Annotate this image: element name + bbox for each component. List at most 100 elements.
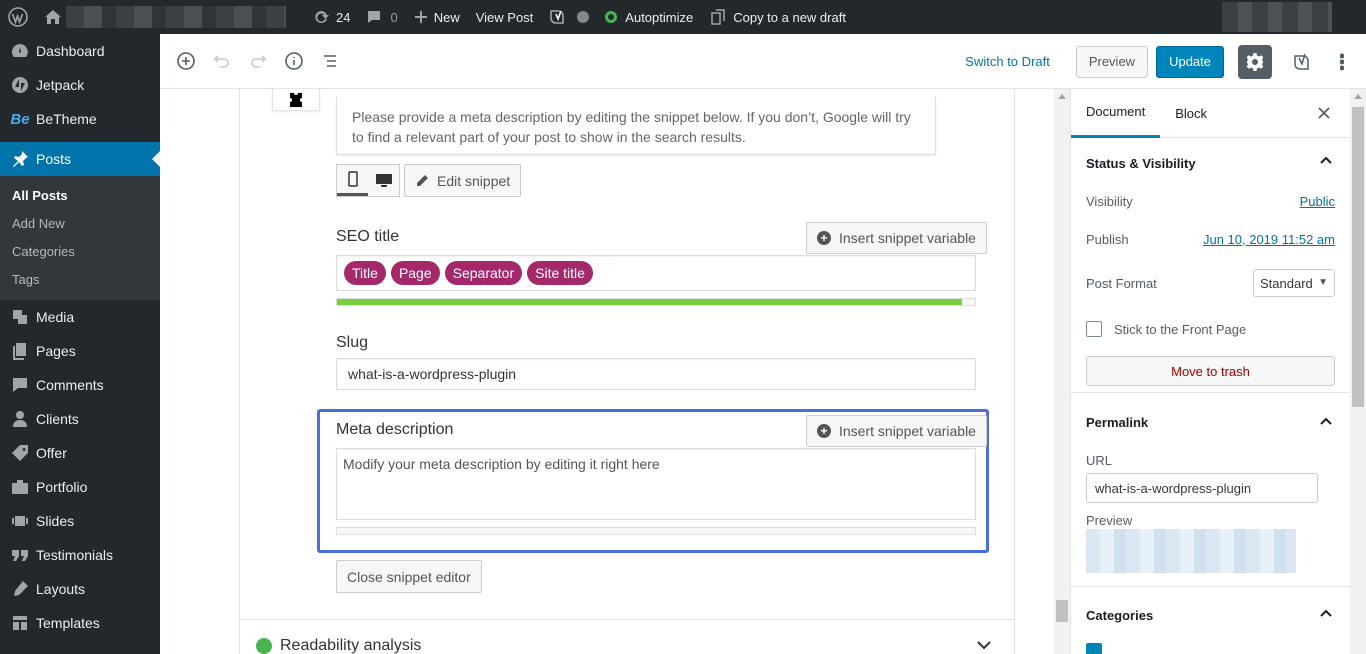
tab-document[interactable]: Document: [1071, 89, 1161, 138]
preview-mode-toggle: [336, 164, 400, 197]
editor-content: Please provide a meta description by edi…: [160, 89, 1054, 654]
menu-media[interactable]: Media: [0, 300, 160, 334]
sticky-checkbox[interactable]: [1086, 321, 1102, 337]
snippet-variable-pill[interactable]: Separator: [444, 261, 523, 285]
menu-pages[interactable]: Pages: [0, 334, 160, 368]
menu-comments[interactable]: Comments: [0, 368, 160, 402]
permalink-preview-blurred[interactable]: [1086, 529, 1296, 573]
autoptimize-button[interactable]: Autoptimize: [597, 0, 701, 34]
admin-menu: Dashboard Jetpack Be BeTheme Posts All P…: [0, 34, 160, 654]
panel-divider: [240, 619, 1015, 620]
status-visibility-panel: Status & Visibility Visibility Public Pu…: [1071, 138, 1350, 393]
slides-icon: [10, 511, 30, 531]
menu-posts[interactable]: Posts: [0, 142, 160, 176]
add-block-button[interactable]: [168, 43, 204, 79]
portfolio-icon: [10, 477, 30, 497]
insert-variable-button-seo[interactable]: + Insert snippet variable: [806, 222, 987, 254]
mobile-icon: [347, 171, 358, 187]
menu-label: Portfolio: [36, 479, 88, 495]
permalink-toggle[interactable]: Permalink: [1071, 393, 1350, 451]
meta-description-label: Meta description: [336, 421, 454, 438]
sidebar-scrollbar[interactable]: [1350, 89, 1366, 654]
scroll-thumb[interactable]: [1352, 107, 1364, 407]
yoast-menu-button[interactable]: [541, 0, 597, 34]
scroll-thumb[interactable]: [1056, 600, 1068, 622]
url-input[interactable]: what-is-a-wordpress-plugin: [1086, 473, 1318, 503]
menu-layouts[interactable]: Layouts: [0, 572, 160, 606]
submenu-tags[interactable]: Tags: [0, 266, 160, 294]
status-visibility-toggle[interactable]: Status & Visibility: [1071, 138, 1350, 188]
meta-description-input[interactable]: Modify your meta description by editing …: [336, 448, 976, 520]
chevron-down-icon[interactable]: [977, 641, 991, 650]
snippet-variable-pill[interactable]: Site title: [527, 261, 593, 285]
copy-draft-link[interactable]: Copy to a new draft: [701, 0, 854, 34]
switch-to-draft-button[interactable]: Switch to Draft: [965, 54, 1050, 69]
yoast-panel-tab[interactable]: [272, 89, 320, 111]
category-checkbox-checked[interactable]: [1086, 643, 1102, 654]
view-post-link[interactable]: View Post: [468, 0, 542, 34]
chevron-up-icon: [1320, 609, 1332, 617]
undo-button[interactable]: [204, 43, 240, 79]
menu-offer[interactable]: Offer: [0, 436, 160, 470]
close-sidebar-button[interactable]: [1314, 103, 1334, 123]
move-to-trash-button[interactable]: Move to trash: [1086, 356, 1335, 386]
yoast-sidebar-button[interactable]: [1284, 44, 1320, 80]
visibility-link[interactable]: Public: [1300, 194, 1335, 209]
slug-input[interactable]: what-is-a-wordpress-plugin: [336, 358, 976, 390]
tab-block[interactable]: Block: [1160, 89, 1222, 138]
publish-date-link[interactable]: Jun 10, 2019 11:52 am: [1203, 232, 1335, 247]
post-format-label: Post Format: [1086, 275, 1157, 291]
more-menu-button[interactable]: [1324, 44, 1360, 80]
submenu-categories[interactable]: Categories: [0, 238, 160, 266]
menu-portfolio[interactable]: Portfolio: [0, 470, 160, 504]
block-navigation-button[interactable]: [312, 43, 348, 79]
menu-betheme[interactable]: Be BeTheme: [0, 102, 160, 136]
edit-snippet-button[interactable]: Edit snippet: [404, 164, 522, 197]
scroll-up-icon[interactable]: [1354, 94, 1362, 99]
readability-analysis-toggle[interactable]: Readability analysis: [256, 637, 421, 654]
close-snippet-editor-button[interactable]: Close snippet editor: [336, 560, 482, 593]
menu-templates[interactable]: Templates: [0, 606, 160, 640]
content-info-button[interactable]: [276, 43, 312, 79]
redo-icon: [248, 51, 268, 71]
site-home-button[interactable]: [36, 0, 304, 34]
user-account-blurred[interactable]: [1222, 2, 1332, 32]
offer-icon: [10, 443, 30, 463]
menu-dashboard[interactable]: Dashboard: [0, 34, 160, 68]
insert-variable-button-meta[interactable]: + Insert snippet variable: [806, 415, 987, 447]
puzzle-icon: [286, 92, 306, 107]
section-title: Categories: [1086, 607, 1154, 623]
menu-slides[interactable]: Slides: [0, 504, 160, 538]
submenu-all-posts[interactable]: All Posts: [0, 182, 160, 210]
snippet-variable-pill[interactable]: Page: [390, 261, 440, 285]
plus-icon: [414, 10, 428, 24]
menu-clients[interactable]: Clients: [0, 402, 160, 436]
post-format-select[interactable]: Standard ▼: [1253, 269, 1335, 297]
info-icon: [284, 51, 304, 71]
autoptimize-status-icon: [605, 11, 618, 23]
menu-label: Offer: [36, 445, 67, 461]
autoptimize-label: Autoptimize: [625, 9, 694, 25]
desktop-preview-button[interactable]: [368, 165, 399, 196]
redo-button[interactable]: [240, 43, 276, 79]
content-scrollbar[interactable]: [1054, 89, 1070, 654]
seo-title-input[interactable]: Title Page Separator Site title: [336, 255, 976, 291]
updates-button[interactable]: 24: [304, 0, 358, 34]
plus-circle-icon: +: [817, 231, 831, 245]
settings-toggle-button[interactable]: [1238, 44, 1272, 79]
menu-testimonials[interactable]: Testimonials: [0, 538, 160, 572]
update-button[interactable]: Update: [1156, 45, 1224, 78]
submenu-add-new[interactable]: Add New: [0, 210, 160, 238]
snippet-variable-pill[interactable]: Title: [344, 261, 386, 285]
preview-button[interactable]: Preview: [1075, 45, 1149, 78]
pin-icon: [10, 149, 30, 169]
new-content-button[interactable]: New: [406, 0, 468, 34]
clients-icon: [10, 409, 30, 429]
categories-toggle[interactable]: Categories: [1071, 587, 1350, 643]
scroll-up-icon[interactable]: [1058, 94, 1066, 99]
comments-button[interactable]: 0: [358, 0, 405, 34]
wordpress-logo-button[interactable]: [0, 0, 36, 34]
mobile-preview-button[interactable]: [337, 165, 368, 196]
menu-jetpack[interactable]: Jetpack: [0, 68, 160, 102]
smiley-icon: [256, 638, 272, 654]
